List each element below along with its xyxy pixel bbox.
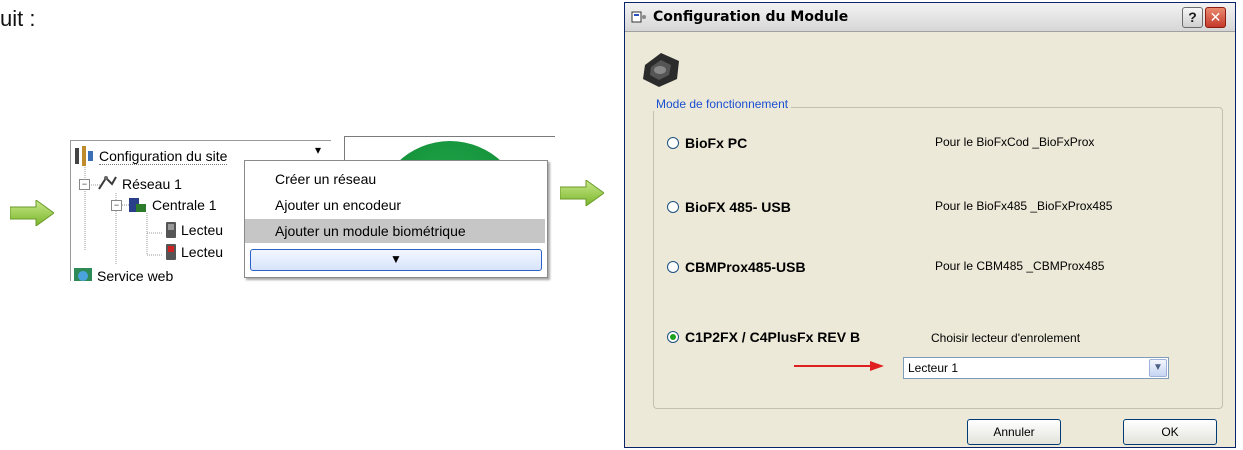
green-arrow-icon	[10, 200, 54, 226]
reader-icon	[166, 244, 176, 260]
module-config-dialog: Configuration du Module ? ✕ Mode de fonc…	[624, 2, 1236, 448]
help-button[interactable]: ?	[1182, 7, 1203, 28]
lead-text: uit :	[0, 6, 36, 31]
tree-item-label: Service web	[97, 268, 174, 281]
network-icon	[98, 176, 117, 190]
window-icon	[631, 11, 646, 23]
menu-item-ajouter-module[interactable]: Ajouter un module biométrique	[245, 219, 545, 243]
radio-button[interactable]	[667, 261, 679, 273]
menu-expand-button[interactable]: ▼	[250, 249, 542, 271]
menu-item-label: Ajouter un module biométrique	[275, 223, 466, 239]
radio-option-biofx-485-usb[interactable]: BioFX 485- USB	[667, 199, 791, 215]
controller-icon	[129, 198, 146, 212]
menu-item-label: Ajouter un encodeur	[275, 197, 402, 213]
option-description: Choisir lecteur d'enrolement	[931, 331, 1081, 345]
radio-label: BioFX 485- USB	[685, 199, 791, 215]
collapse-toggle-icon[interactable]: −	[111, 199, 122, 211]
menu-item-ajouter-encodeur[interactable]: Ajouter un encodeur	[245, 193, 545, 217]
menu-item-creer-reseau[interactable]: Créer un réseau	[245, 167, 545, 191]
biometric-module-image	[643, 53, 679, 87]
red-arrow-icon	[794, 361, 884, 371]
web-service-icon	[74, 268, 92, 281]
radio-option-biofx-pc[interactable]: BioFx PC	[667, 135, 747, 151]
close-button[interactable]: ✕	[1205, 7, 1226, 28]
ok-button[interactable]: OK	[1123, 419, 1217, 445]
tree-item-label: Réseau 1	[122, 176, 182, 192]
radio-label: C1P2FX / C4PlusFx REV B	[685, 329, 861, 345]
cancel-button[interactable]: Annuler	[967, 419, 1061, 445]
radio-button[interactable]	[667, 137, 679, 149]
reader-select[interactable]: Lecteur 1 ▼	[903, 357, 1169, 379]
option-description: Pour le BioFx485 _BioFxProx485	[935, 199, 1113, 213]
radio-button-checked[interactable]	[667, 331, 679, 343]
tree-item-label: Centrale 1	[152, 197, 217, 213]
tree-item-lecteur-2[interactable]: Lecteu	[165, 243, 223, 261]
option-description: Pour le CBM485 _CBMProx485	[935, 259, 1105, 273]
collapse-toggle-icon[interactable]: −	[79, 178, 90, 190]
option-description: Pour le BioFxCod _BioFxProx	[935, 135, 1095, 149]
dialog-titlebar[interactable]: Configuration du Module ? ✕	[625, 3, 1235, 32]
reader-icon	[166, 222, 176, 238]
tree-item-label: Lecteu	[181, 222, 224, 238]
green-arrow-icon	[560, 180, 604, 206]
context-menu: Créer un réseau Ajouter un encodeur Ajou…	[244, 160, 548, 278]
menu-item-label: Créer un réseau	[275, 171, 377, 187]
radio-button[interactable]	[667, 201, 679, 213]
radio-label: CBMProx485-USB	[685, 259, 806, 275]
tree-root-label: Configuration du site	[99, 147, 228, 165]
tree-item-lecteur-1[interactable]: Lecteu	[165, 221, 223, 239]
tree-item-service-web[interactable]: Service web	[73, 267, 173, 281]
dialog-title: Configuration du Module	[653, 9, 849, 25]
radio-label: BioFx PC	[685, 135, 748, 151]
chevron-down-icon[interactable]: ▼	[1149, 359, 1167, 377]
radio-option-cbmprox485-usb[interactable]: CBMProx485-USB	[667, 259, 806, 275]
group-title: Mode de fonctionnement	[653, 97, 792, 111]
reader-select-value: Lecteur 1	[908, 361, 959, 375]
tree-item-centrale[interactable]: − Centrale 1	[111, 196, 217, 214]
tree-item-reseau[interactable]: − Réseau 1	[79, 175, 182, 193]
tree-item-label: Lecteu	[181, 244, 224, 260]
radio-option-c1p2fx-c4plusfx[interactable]: C1P2FX / C4PlusFx REV B	[667, 329, 860, 345]
tree-dropdown-arrow-icon[interactable]: ▾	[308, 142, 328, 158]
tree-root-item[interactable]: Configuration du site	[73, 145, 228, 167]
site-config-icon	[75, 146, 93, 166]
